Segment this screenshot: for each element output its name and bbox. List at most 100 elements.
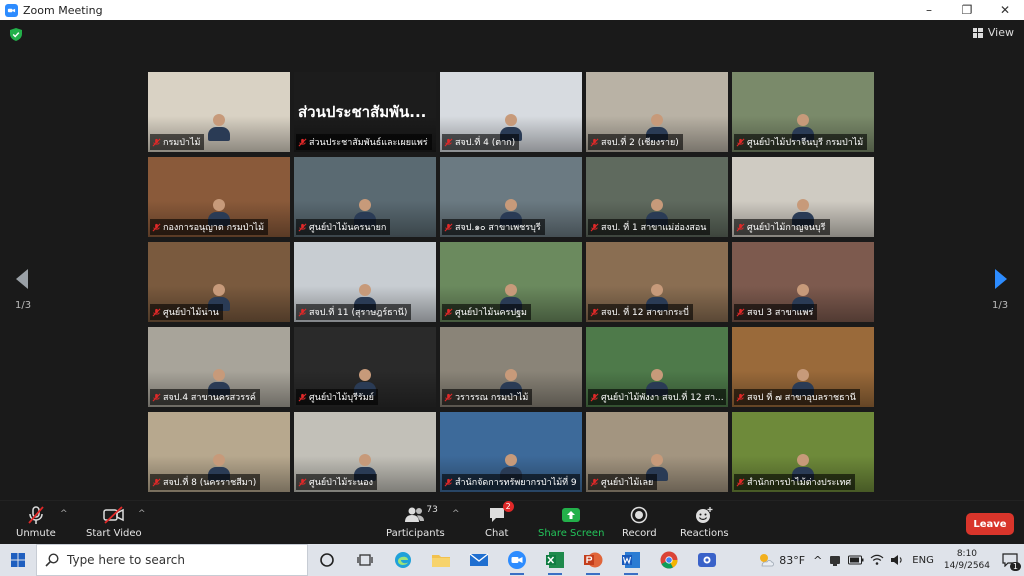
excel-icon (546, 552, 564, 568)
close-button[interactable]: ✕ (986, 0, 1024, 20)
taskbar-zoom[interactable] (498, 544, 536, 576)
participant-name: ศูนย์ป่าไม้พังงา สจป.ที่ 12 สา... (601, 393, 724, 403)
video-tile[interactable]: สจป.ที่ 8 (นครราชสีมา) (148, 412, 290, 492)
participant-name: สจป.4 สาขานครสวรรค์ (163, 393, 256, 403)
participant-name-tag: สจป 3 สาขาแพร่ (734, 304, 818, 320)
video-tile[interactable]: ศูนย์ป่าไม้ระนอง (294, 412, 436, 492)
participant-figure (208, 114, 230, 142)
video-tile[interactable]: สจป 3 สาขาแพร่ (732, 242, 874, 322)
muted-microphone-icon (152, 393, 161, 401)
video-tile[interactable]: สจป.๑๐ สาขาเพชรบุรี (440, 157, 582, 237)
video-tile[interactable]: สจป.ที่ 11 (สุราษฎร์ธานี) (294, 242, 436, 322)
participant-name-tag: วรารรณ กรมป่าไม้ (442, 389, 533, 405)
audio-options-caret[interactable]: ^ (60, 509, 68, 519)
video-options-caret[interactable]: ^ (138, 509, 146, 519)
word-icon (622, 552, 640, 568)
participants-options-caret[interactable]: ^ (452, 509, 460, 519)
start-video-button[interactable]: Start Video (86, 505, 142, 539)
weather-sun-cloud-icon[interactable] (757, 552, 775, 568)
participant-name: ศูนย์ป่าไม้ปราจีนบุรี กรมป่าไม้ (747, 138, 864, 148)
screen-capture-icon (698, 553, 716, 567)
video-tile[interactable]: สจป. ที่ 12 สาขากระบี่ (586, 242, 728, 322)
video-tile[interactable]: สำนักจัดการทรัพยากรป่าไม้ที่ 9 ส... (440, 412, 582, 492)
participant-name-tag: สจป.ที่ 11 (สุราษฎร์ธานี) (296, 304, 412, 320)
participant-name-tag: ศูนย์ป่าไม้ปราจีนบุรี กรมป่าไม้ (734, 134, 868, 150)
video-tile[interactable]: ศูนย์ป่าไม้พังงา สจป.ที่ 12 สา... (586, 327, 728, 407)
participant-name-tag: ศูนย์ป่าไม้นครปฐม (442, 304, 531, 320)
record-icon (628, 505, 650, 525)
video-tile[interactable]: ส่วนประชาสัมพัน... ส่วนประชาสัมพันธ์และเผ… (294, 72, 436, 152)
unmute-button[interactable]: Unmute (16, 505, 56, 539)
start-button[interactable] (0, 544, 36, 576)
video-tile[interactable]: วรารรณ กรมป่าไม้ (440, 327, 582, 407)
weather-temperature[interactable]: 83°F (779, 554, 805, 567)
next-page-arrow-icon[interactable] (993, 268, 1009, 290)
participant-name: ส่วนประชาสัมพันธ์และเผยแพร่ (309, 138, 428, 148)
task-view-button[interactable] (346, 544, 384, 576)
meeting-toolbar: Unmute ^ Start Video ^ 73 Participants ^ (0, 500, 1024, 544)
minimize-button[interactable]: – (910, 0, 948, 20)
muted-microphone-icon (298, 138, 307, 146)
chat-button[interactable]: 2 Chat (485, 501, 514, 539)
record-label: Record (622, 528, 657, 539)
taskbar-word[interactable] (612, 544, 650, 576)
leave-button[interactable]: Leave (966, 513, 1014, 535)
video-tile[interactable]: ศูนย์ป่าไม้บุรีรัมย์ (294, 327, 436, 407)
wifi-icon[interactable] (870, 554, 884, 566)
video-tile[interactable]: กองการอนุญาต กรมป่าไม้ (148, 157, 290, 237)
input-language[interactable]: ENG (912, 555, 934, 566)
folder-icon (432, 555, 450, 567)
shield-icon[interactable] (10, 28, 22, 41)
video-tile[interactable]: สจป ที่ ๗ สาขาอุบลราชธานี (732, 327, 874, 407)
taskbar-excel[interactable] (536, 544, 574, 576)
participants-button[interactable]: 73 Participants (386, 505, 445, 539)
video-tile[interactable]: กรมป่าไม้ (148, 72, 290, 152)
bluetooth-device-icon[interactable] (828, 553, 842, 567)
muted-microphone-icon (444, 138, 453, 146)
previous-page-arrow-icon[interactable] (14, 268, 30, 290)
video-tile[interactable]: สำนักการป่าไม้ต่างประเทศ (732, 412, 874, 492)
video-tile[interactable]: ศูนย์ป่าไม้นครปฐม (440, 242, 582, 322)
participant-name: ศูนย์ป่าไม้ระนอง (309, 478, 373, 488)
muted-microphone-icon (590, 478, 599, 486)
action-center-button[interactable]: 1 (996, 544, 1024, 576)
battery-icon[interactable] (848, 555, 864, 565)
muted-microphone-icon (152, 223, 161, 231)
participant-name-tag: ศูนย์ป่าไม้กาญจนบุรี (734, 219, 830, 235)
participant-name: สำนักการป่าไม้ต่างประเทศ (747, 478, 852, 488)
speaker-volume-icon[interactable] (890, 554, 904, 566)
taskbar-file-explorer[interactable] (422, 544, 460, 576)
system-clock[interactable]: 8:10 14/9/2564 (938, 548, 996, 572)
share-screen-button[interactable]: Share Screen (538, 505, 604, 539)
video-tile[interactable]: สจป.ที่ 4 (ตาก) (440, 72, 582, 152)
video-tile[interactable]: ศูนย์ป่าไม้ปราจีนบุรี กรมป่าไม้ (732, 72, 874, 152)
video-tile[interactable]: สจป. ที่ 1 สาขาแม่ฮ่องสอน (586, 157, 728, 237)
view-button[interactable]: View (972, 26, 1014, 39)
tray-expand-chevron[interactable]: ^ (813, 554, 822, 567)
share-screen-icon (560, 505, 582, 525)
video-tile[interactable]: สจป.4 สาขานครสวรรค์ (148, 327, 290, 407)
reactions-button[interactable]: Reactions (680, 505, 729, 539)
video-tile[interactable]: ศูนย์ป่าไม้กาญจนบุรี (732, 157, 874, 237)
record-button[interactable]: Record (622, 505, 657, 539)
video-tile[interactable]: ศูนย์ป่าไม้นครนายก (294, 157, 436, 237)
muted-microphone-icon (152, 478, 161, 486)
taskbar-edge[interactable] (384, 544, 422, 576)
maximize-button[interactable]: ❐ (948, 0, 986, 20)
participant-name: กรมป่าไม้ (163, 138, 201, 148)
taskbar-chrome[interactable] (650, 544, 688, 576)
participant-name-tag: ศูนย์ป่าไม้บุรีรัมย์ (296, 389, 378, 405)
participant-name-tag: สำนักการป่าไม้ต่างประเทศ (734, 474, 856, 490)
taskbar-screen-capture[interactable] (688, 544, 726, 576)
video-tile[interactable]: สจป.ที่ 2 (เชียงราย) (586, 72, 728, 152)
muted-microphone-icon (444, 308, 453, 316)
taskbar-mail[interactable] (460, 544, 498, 576)
muted-microphone-icon (736, 393, 745, 401)
taskbar-powerpoint[interactable] (574, 544, 612, 576)
cortana-button[interactable] (308, 544, 346, 576)
video-tile[interactable]: ศูนย์ป่าไม้น่าน (148, 242, 290, 322)
meeting-view: View 1/3 1/3 กรมป่าไม้ ส่วนประชาสัมพัน...… (0, 20, 1024, 500)
taskbar-search-box[interactable]: Type here to search (36, 544, 308, 576)
participant-name-tag: ศูนย์ป่าไม้เลย (588, 474, 658, 490)
video-tile[interactable]: ศูนย์ป่าไม้เลย (586, 412, 728, 492)
